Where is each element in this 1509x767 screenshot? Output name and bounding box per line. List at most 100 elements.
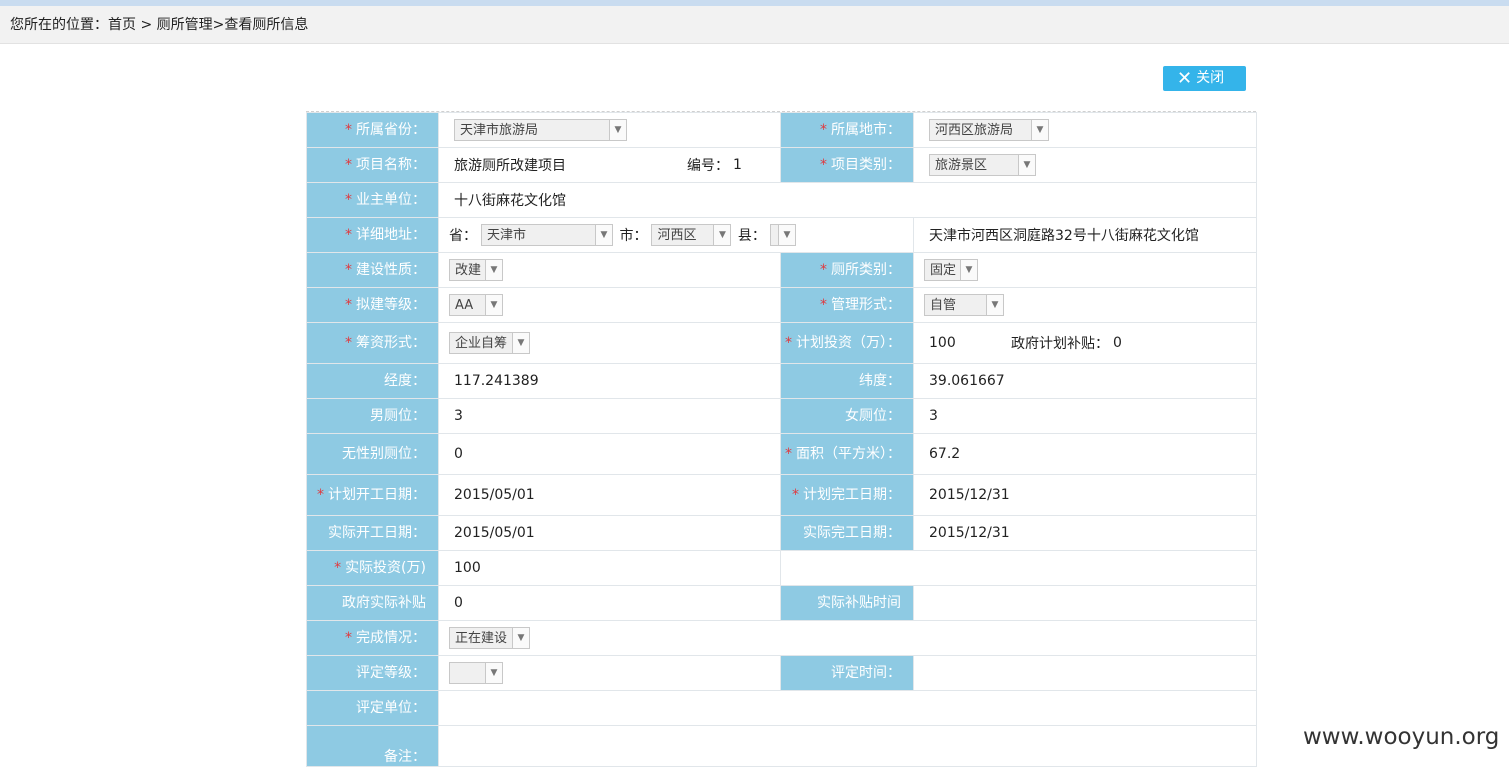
gov-plan-subsidy-label: 政府计划补贴： — [1011, 336, 1109, 352]
toilet-type-label: * 厕所类别： — [780, 252, 914, 288]
chevron-down-icon: ▼ — [485, 295, 502, 315]
chevron-down-icon: ▼ — [485, 260, 502, 280]
completion-cell: 正在建设 ▼ — [438, 620, 1257, 656]
chevron-down-icon: ▼ — [777, 225, 795, 245]
manage-select[interactable]: 自管 ▼ — [924, 294, 1004, 316]
eval-time-label: 评定时间： — [780, 655, 914, 691]
close-button-label: 关闭 — [1196, 70, 1225, 86]
actual-invest-label: * 实际投资(万) — [306, 550, 439, 586]
gov-plan-subsidy-value: 0 — [1113, 335, 1122, 351]
funding-cell: 企业自筹 ▼ — [438, 322, 781, 364]
latitude-label: 纬度： — [780, 363, 914, 399]
eval-grade-label: 评定等级： — [306, 655, 439, 691]
breadcrumb-section-link[interactable]: 厕所管理 — [157, 17, 213, 33]
breadcrumb-sep: > — [212, 17, 225, 33]
chevron-down-icon: ▼ — [986, 295, 1003, 315]
funding-label: * 筹资形式： — [306, 322, 439, 364]
addr-city-label: 市： — [619, 228, 648, 244]
close-button[interactable]: ✕ 关闭 — [1163, 66, 1246, 91]
funding-select[interactable]: 企业自筹 ▼ — [449, 332, 530, 354]
latitude-value: 39.061667 — [913, 363, 1257, 399]
eval-time-value — [913, 655, 1257, 691]
project-name-value: 旅游厕所改建项目 — [454, 158, 566, 174]
eval-grade-select[interactable]: ▼ — [449, 662, 503, 684]
province-select[interactable]: 天津市旅游局 ▼ — [454, 119, 627, 141]
number-label: 编号： — [687, 158, 729, 174]
chevron-down-icon: ▼ — [512, 333, 529, 353]
address-selects-cell: 省： 天津市 ▼ 市： 河西区 ▼ 县： ▼ — [438, 217, 914, 253]
chevron-down-icon: ▼ — [595, 225, 612, 245]
breadcrumb: 您所在的位置：首页 > 厕所管理>查看厕所信息 — [0, 6, 1509, 44]
addr-county-label: 县： — [737, 228, 766, 244]
chevron-down-icon: ▼ — [1018, 155, 1035, 175]
addr-province-select[interactable]: 天津市 ▼ — [481, 224, 613, 246]
subsidy-time-label: 实际补贴时间 — [780, 585, 914, 621]
project-name-cell: 旅游厕所改建项目 编号： 1 — [438, 147, 781, 183]
eval-unit-label: 评定单位： — [306, 690, 439, 726]
chevron-down-icon: ▼ — [512, 628, 529, 648]
build-nature-select[interactable]: 改建 ▼ — [449, 259, 503, 281]
chevron-down-icon: ▼ — [1031, 120, 1048, 140]
addr-province-label: 省： — [449, 228, 477, 244]
plan-start-label: * 计划开工日期： — [306, 474, 439, 516]
plan-end-label: * 计划完工日期： — [780, 474, 914, 516]
longitude-value: 117.241389 — [438, 363, 781, 399]
province-label: * 所属省份： — [306, 112, 439, 148]
build-nature-cell: 改建 ▼ — [438, 252, 781, 288]
completion-select[interactable]: 正在建设 ▼ — [449, 627, 530, 649]
plan-invest-value: 100 — [929, 335, 956, 351]
eval-grade-cell: ▼ — [438, 655, 781, 691]
addr-county-select[interactable]: ▼ — [769, 224, 796, 246]
plan-invest-cell: 100 政府计划补贴： 0 — [913, 322, 1257, 364]
area-value: 67.2 — [913, 433, 1257, 475]
plan-start-value: 2015/05/01 — [438, 474, 781, 516]
breadcrumb-current: 查看厕所信息 — [224, 17, 309, 33]
address-label: * 详细地址： — [306, 217, 439, 253]
breadcrumb-home-link[interactable]: 首页 — [108, 17, 136, 33]
city-label: * 所属地市： — [780, 112, 914, 148]
province-cell: 天津市旅游局 ▼ — [438, 112, 781, 148]
area-label: * 面积（平方米）： — [780, 433, 914, 475]
actual-invest-value: 100 — [438, 550, 781, 586]
city-cell: 河西区旅游局 ▼ — [913, 112, 1257, 148]
neutral-label: 无性别厕位： — [306, 433, 439, 475]
completion-label: * 完成情况： — [306, 620, 439, 656]
city-select[interactable]: 河西区旅游局 ▼ — [929, 119, 1049, 141]
male-label: 男厕位： — [306, 398, 439, 434]
toilet-type-cell: 固定 ▼ — [913, 252, 1257, 288]
toilet-type-select[interactable]: 固定 ▼ — [924, 259, 978, 281]
owner-label: * 业主单位： — [306, 182, 439, 218]
remark-label: 备注： — [306, 725, 439, 767]
address-detail: 天津市河西区洞庭路32号十八街麻花文化馆 — [913, 217, 1257, 253]
watermark: www.wooyun.org — [1303, 724, 1500, 750]
actual-start-label: 实际开工日期： — [306, 515, 439, 551]
chevron-down-icon: ▼ — [609, 120, 626, 140]
grade-cell: AA ▼ — [438, 287, 781, 323]
female-label: 女厕位： — [780, 398, 914, 434]
grade-select[interactable]: AA ▼ — [449, 294, 503, 316]
subsidy-time-value — [913, 585, 1257, 621]
gov-actual-subsidy-label: 政府实际补贴 — [306, 585, 439, 621]
gov-actual-subsidy-value: 0 — [438, 585, 781, 621]
manage-label: * 管理形式： — [780, 287, 914, 323]
actual-end-label: 实际完工日期： — [780, 515, 914, 551]
chevron-down-icon: ▼ — [960, 260, 977, 280]
project-name-label: * 项目名称： — [306, 147, 439, 183]
chevron-down-icon: ▼ — [485, 663, 502, 683]
toilet-info-form: * 所属省份： 天津市旅游局 ▼ * 所属地市： 河西区旅游局 ▼ * 项目名称： 旅游厕… — [306, 112, 1257, 767]
project-type-label: * 项目类别： — [780, 147, 914, 183]
number-value: 1 — [733, 157, 742, 173]
project-type-cell: 旅游景区 ▼ — [913, 147, 1257, 183]
plan-invest-label: * 计划投资（万）： — [780, 322, 914, 364]
project-type-select[interactable]: 旅游景区 ▼ — [929, 154, 1036, 176]
manage-cell: 自管 ▼ — [913, 287, 1257, 323]
chevron-down-icon: ▼ — [713, 225, 731, 245]
male-value: 3 — [438, 398, 781, 434]
breadcrumb-prefix: 您所在的位置： — [10, 17, 108, 33]
owner-value: 十八街麻花文化馆 — [438, 182, 1257, 218]
build-nature-label: * 建设性质： — [306, 252, 439, 288]
addr-city-select[interactable]: 河西区 ▼ — [651, 224, 732, 246]
breadcrumb-sep: > — [136, 17, 157, 33]
actual-end-value: 2015/12/31 — [913, 515, 1257, 551]
longitude-label: 经度： — [306, 363, 439, 399]
